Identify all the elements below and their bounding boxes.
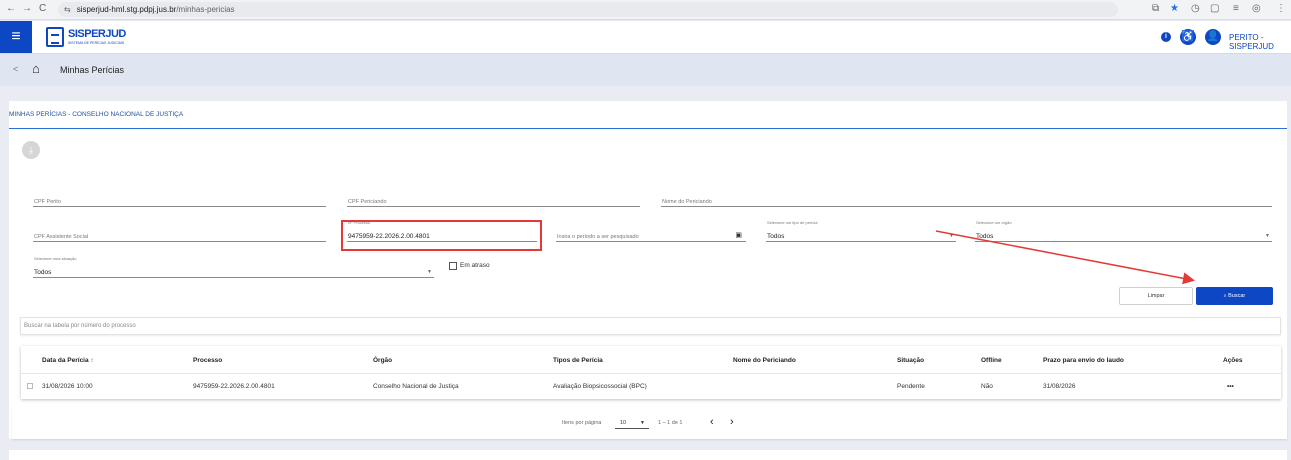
cell-orgao: Conselho Nacional de Justiça (373, 383, 459, 390)
paginator: Itens por página 10 ▼ 1 – 1 de 1 ‹ › (12, 407, 1287, 439)
bottom-card-edge (9, 450, 1287, 460)
row-actions-menu-icon[interactable]: ••• (1227, 383, 1234, 390)
col-header-tipos: Tipos de Perícia (553, 357, 603, 364)
col-header-prazo: Prazo para envio do laudo (1043, 357, 1124, 364)
col-header-offline: Offline (981, 357, 1002, 364)
table-search-input[interactable]: Buscar na tabela por número do processo (20, 317, 1281, 335)
cell-tipos: Avaliação Biopsicossocial (BPC) (553, 383, 647, 390)
next-page-icon[interactable]: › (730, 416, 734, 428)
col-header-orgao: Órgão (373, 357, 393, 364)
col-header-nome: Nome do Periciando (733, 357, 796, 364)
page-range-label: 1 – 1 de 1 (658, 420, 683, 426)
cell-processo: 9475959-22.2026.2.00.4801 (193, 383, 275, 390)
col-header-acoes: Ações (1223, 357, 1243, 364)
row-checkbox[interactable] (27, 383, 33, 389)
chevron-down-icon: ▼ (640, 420, 645, 426)
cell-offline: Não (981, 383, 993, 390)
cell-prazo: 31/08/2026 (1043, 383, 1076, 390)
cell-situacao: Pendente (897, 383, 925, 390)
page-size-select[interactable]: 10 ▼ (615, 418, 649, 429)
items-per-page-label: Itens por página (562, 420, 602, 426)
col-header-data[interactable]: Data da Perícia ↑ (42, 357, 94, 364)
previous-page-icon[interactable]: ‹ (710, 416, 714, 428)
results-table: Data da Perícia ↑ Processo Órgão Tipos d… (21, 346, 1281, 399)
col-header-processo: Processo (193, 357, 223, 364)
cell-data: 31/08/2026 10:00 (42, 383, 93, 390)
table-search-placeholder: Buscar na tabela por número do processo (24, 323, 136, 329)
col-header-situacao: Situação (897, 357, 925, 364)
table-divider (21, 373, 1281, 374)
page-size-value: 10 (620, 420, 627, 426)
